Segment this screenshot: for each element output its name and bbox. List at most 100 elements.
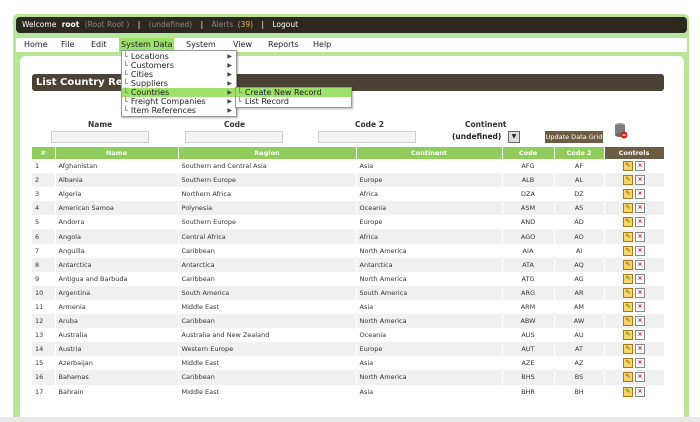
delete-icon[interactable]: ×	[635, 189, 645, 200]
submenu-item-create-new-record[interactable]: └ Create New Record	[236, 88, 351, 97]
table-row[interactable]: 1 Afghanistan Southern and Central Asia Asi…	[32, 159, 665, 174]
cell-continent: Oceania	[356, 328, 503, 343]
edit-icon[interactable]: ✎	[623, 231, 633, 242]
alerts-count[interactable]: (39)	[238, 17, 253, 33]
cell-region: Australia and New Zealand	[178, 328, 357, 343]
delete-icon[interactable]: ×	[635, 231, 645, 242]
menu-file[interactable]: File	[59, 38, 76, 52]
dropdown-item-locations[interactable]: └ Locations ▶	[122, 52, 236, 61]
cell-code: ALB	[502, 173, 555, 188]
column-header-index[interactable]: #	[32, 147, 56, 159]
delete-icon[interactable]: ×	[635, 344, 645, 355]
submenu-item-list-record[interactable]: └ List Record	[236, 97, 351, 106]
dropdown-item-item-references[interactable]: └ Item References ▶	[122, 106, 236, 115]
continent-select[interactable]: (undefined) ▼	[448, 131, 520, 143]
edit-icon[interactable]: ✎	[623, 287, 633, 298]
delete-icon[interactable]: ×	[635, 217, 645, 228]
cell-region: Middle East	[178, 384, 357, 399]
column-header-code[interactable]: Code	[502, 147, 555, 159]
edit-icon[interactable]: ✎	[623, 245, 633, 256]
edit-icon[interactable]: ✎	[623, 386, 633, 397]
table-row[interactable]: 12 Aruba Caribbean North America ABW AW ✎ ×	[32, 314, 665, 329]
filter-code-input[interactable]	[185, 131, 283, 143]
edit-icon[interactable]: ✎	[623, 301, 633, 312]
database-export-icon[interactable]	[614, 122, 628, 140]
edit-icon[interactable]: ✎	[623, 161, 633, 172]
table-row[interactable]: 13 Australia Australia and New Zealand Ocea…	[32, 328, 665, 343]
filter-name-input[interactable]	[51, 131, 149, 143]
table-row[interactable]: 9 Antigua and Barbuda Caribbean North Ameri…	[32, 271, 665, 286]
update-data-grid-button[interactable]: Update Data Grid	[545, 131, 603, 143]
cell-index: 8	[32, 257, 56, 272]
dropdown-item-countries[interactable]: └ Countries ▶	[122, 88, 236, 97]
edit-icon[interactable]: ✎	[623, 273, 633, 284]
cell-index: 1	[32, 159, 56, 174]
undefined-link[interactable]: (undefined)	[149, 17, 193, 33]
dropdown-item-freight-companies[interactable]: └ Freight Companies ▶	[122, 97, 236, 106]
delete-icon[interactable]: ×	[635, 301, 645, 312]
edit-icon[interactable]: ✎	[623, 330, 633, 341]
cell-index: 17	[32, 384, 56, 399]
delete-icon[interactable]: ×	[635, 372, 645, 383]
dropdown-item-suppliers[interactable]: └ Suppliers ▶	[122, 79, 236, 88]
menu-home[interactable]: Home	[22, 38, 50, 52]
delete-icon[interactable]: ×	[635, 316, 645, 327]
cell-code: ASM	[502, 201, 555, 216]
edit-icon[interactable]: ✎	[623, 316, 633, 327]
dropdown-item-cities[interactable]: └ Cities ▶	[122, 70, 236, 79]
edit-icon[interactable]: ✎	[623, 203, 633, 214]
menu-edit[interactable]: Edit	[89, 38, 109, 52]
delete-icon[interactable]: ×	[635, 330, 645, 341]
logout-link[interactable]: Logout	[272, 17, 298, 33]
table-row[interactable]: 2 Albania Southern Europe Europe ALB AL ✎ ×	[32, 173, 665, 188]
table-row[interactable]: 16 Bahamas Caribbean North America BHS BS ✎ ×	[32, 370, 665, 385]
cell-continent: South America	[356, 285, 503, 300]
edit-icon[interactable]: ✎	[623, 175, 633, 186]
cell-name: Austria	[55, 342, 179, 357]
delete-icon[interactable]: ×	[635, 287, 645, 298]
username: root	[61, 20, 80, 29]
edit-icon[interactable]: ✎	[623, 344, 633, 355]
edit-icon[interactable]: ✎	[623, 372, 633, 383]
table-row[interactable]: 6 Angola Central Africa Africa AGO AO ✎ ×	[32, 229, 665, 244]
delete-icon[interactable]: ×	[635, 245, 645, 256]
edit-icon[interactable]: ✎	[623, 217, 633, 228]
edit-icon[interactable]: ✎	[623, 358, 633, 369]
delete-icon[interactable]: ×	[635, 273, 645, 284]
column-header-region[interactable]: Region	[178, 147, 357, 159]
delete-icon[interactable]: ×	[635, 175, 645, 186]
alerts-link[interactable]: Alerts	[212, 17, 234, 33]
delete-icon[interactable]: ×	[635, 386, 645, 397]
delete-icon[interactable]: ×	[635, 203, 645, 214]
table-row[interactable]: 15 Azerbaijan Middle East Asia AZE AZ ✎ ×	[32, 356, 665, 371]
edit-icon[interactable]: ✎	[623, 259, 633, 270]
table-row[interactable]: 4 American Samoa Polynesia Oceania ASM AS ✎ ×	[32, 201, 665, 216]
delete-icon[interactable]: ×	[635, 358, 645, 369]
cell-controls: ✎ ×	[604, 187, 665, 202]
column-header-code2[interactable]: Code 2	[554, 147, 605, 159]
cell-code2: AG	[554, 271, 605, 286]
menu-help[interactable]: Help	[311, 38, 333, 52]
column-header-name[interactable]: Name	[55, 147, 179, 159]
delete-icon[interactable]: ×	[635, 161, 645, 172]
table-row[interactable]: 10 Argentina South America South America ARG…	[32, 285, 665, 300]
table-row[interactable]: 17 Bahrain Middle East Asia BHR BH ✎ ×	[32, 384, 665, 399]
table-row[interactable]: 14 Austria Western Europe Europe AUT AT ✎ ×	[32, 342, 665, 357]
edit-icon[interactable]: ✎	[623, 189, 633, 200]
cell-controls: ✎ ×	[604, 370, 665, 385]
column-header-continent[interactable]: Continent	[356, 147, 503, 159]
filter-code2-input[interactable]	[318, 131, 416, 143]
cell-name: Aruba	[55, 314, 179, 329]
cell-continent: North America	[356, 271, 503, 286]
table-row[interactable]: 7 Anguilla Caribbean North America AIA AI ✎ ×	[32, 243, 665, 258]
table-row[interactable]: 5 Andorra Southern Europe Europe AND AD ✎ ×	[32, 215, 665, 230]
separator: |	[261, 20, 264, 29]
chevron-down-icon[interactable]: ▼	[508, 131, 520, 143]
table-row[interactable]: 3 Algeria Northern Africa Africa DZA DZ ✎ ×	[32, 187, 665, 202]
delete-icon[interactable]: ×	[635, 259, 645, 270]
table-row[interactable]: 11 Armenia Middle East Asia ARM AM ✎ ×	[32, 299, 665, 315]
dropdown-item-customers[interactable]: └ Customers ▶	[122, 61, 236, 70]
menu-reports[interactable]: Reports	[266, 38, 301, 52]
table-row[interactable]: 8 Antarctica Antarctica Antarctica ATA AQ ✎ ×	[32, 257, 665, 272]
cell-controls: ✎ ×	[604, 285, 665, 300]
